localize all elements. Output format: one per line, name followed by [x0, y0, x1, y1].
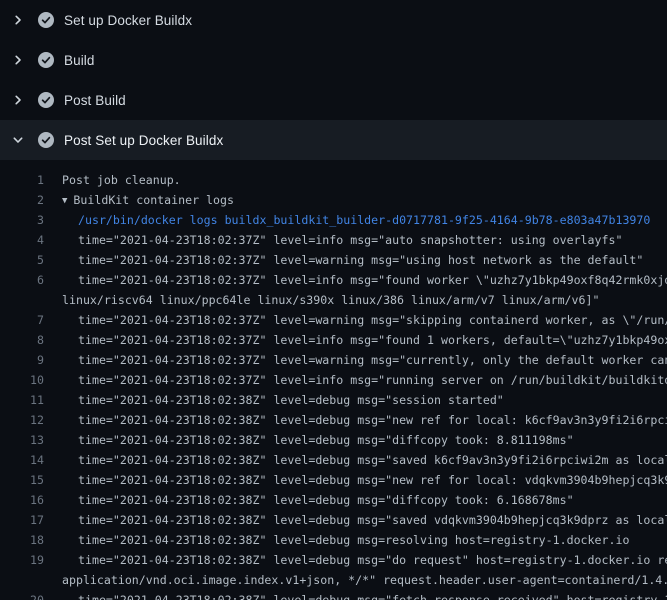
log-line-number[interactable]: 6 [0, 270, 44, 290]
log-line-text: time="2021-04-23T18:02:38Z" level=debug … [62, 590, 667, 600]
log-line-number[interactable]: 2 [0, 190, 44, 210]
log-line: 15 time="2021-04-23T18:02:38Z" level=deb… [0, 470, 667, 490]
log-line: 11 time="2021-04-23T18:02:38Z" level=deb… [0, 390, 667, 410]
log-line-number[interactable]: 17 [0, 510, 44, 530]
chevron-right-icon [12, 14, 24, 26]
chevron-right-icon [12, 54, 24, 66]
log-line-number[interactable]: 4 [0, 230, 44, 250]
log-line-text: time="2021-04-23T18:02:37Z" level=warnin… [62, 350, 667, 370]
log-line-number[interactable]: 19 [0, 550, 44, 570]
log-line-number[interactable]: 16 [0, 490, 44, 510]
step-sections: Set up Docker Buildx Build P [0, 0, 667, 160]
log-line-text: time="2021-04-23T18:02:37Z" level=warnin… [62, 310, 667, 330]
log-line-number[interactable]: 7 [0, 310, 44, 330]
log-line: 1 Post job cleanup. [0, 170, 667, 190]
log-line-number[interactable]: 20 [0, 590, 44, 600]
log-line-text: time="2021-04-23T18:02:37Z" level=info m… [62, 370, 667, 390]
log-line-text: linux/riscv64 linux/ppc64le linux/s390x … [62, 290, 667, 310]
log-line: 13 time="2021-04-23T18:02:38Z" level=deb… [0, 430, 667, 450]
check-circle-icon [38, 12, 54, 28]
step-section-label: Post Set up Docker Buildx [64, 133, 223, 148]
log-line: 5 time="2021-04-23T18:02:37Z" level=warn… [0, 250, 667, 270]
step-section-label: Post Build [64, 93, 126, 108]
log-line: 7 time="2021-04-23T18:02:37Z" level=warn… [0, 310, 667, 330]
log-line-text: Post job cleanup. [62, 170, 667, 190]
log-line-text: time="2021-04-23T18:02:38Z" level=debug … [62, 530, 667, 550]
log-line-text: time="2021-04-23T18:02:37Z" level=info m… [62, 330, 667, 350]
log-line-text: time="2021-04-23T18:02:37Z" level=info m… [62, 230, 667, 250]
log-line-number[interactable]: 13 [0, 430, 44, 450]
log-line-number[interactable]: 11 [0, 390, 44, 410]
log-line-text: time="2021-04-23T18:02:37Z" level=warnin… [62, 250, 667, 270]
log-line-number[interactable]: 12 [0, 410, 44, 430]
log-line-number[interactable]: 3 [0, 210, 44, 230]
step-section-label: Build [64, 53, 95, 68]
command-line-text: /usr/bin/docker logs buildx_buildkit_bui… [62, 210, 667, 230]
log-line: 18 time="2021-04-23T18:02:38Z" level=deb… [0, 530, 667, 550]
log-line: 17 time="2021-04-23T18:02:38Z" level=deb… [0, 510, 667, 530]
actions-log-viewer: Set up Docker Buildx Build P [0, 0, 667, 600]
step-section-label: Set up Docker Buildx [64, 13, 192, 28]
log-line-text: time="2021-04-23T18:02:38Z" level=debug … [62, 490, 667, 510]
log-line: 12 time="2021-04-23T18:02:38Z" level=deb… [0, 410, 667, 430]
log-line-number[interactable]: 10 [0, 370, 44, 390]
log-line-text: time="2021-04-23T18:02:38Z" level=debug … [62, 450, 667, 470]
check-circle-icon [38, 132, 54, 148]
log-line: 3 /usr/bin/docker logs buildx_buildkit_b… [0, 210, 667, 230]
log-line-number[interactable]: 8 [0, 330, 44, 350]
log-line-wrapped: linux/riscv64 linux/ppc64le linux/s390x … [0, 290, 667, 310]
log-line-number[interactable]: 15 [0, 470, 44, 490]
log-line-number[interactable]: 9 [0, 350, 44, 370]
log-line-number[interactable]: 18 [0, 530, 44, 550]
log-line: 10 time="2021-04-23T18:02:37Z" level=inf… [0, 370, 667, 390]
step-section-set-up-docker-buildx[interactable]: Set up Docker Buildx [0, 0, 667, 40]
log-line-number[interactable]: 14 [0, 450, 44, 470]
log-line: 14 time="2021-04-23T18:02:38Z" level=deb… [0, 450, 667, 470]
log-line-wrapped: application/vnd.oci.image.index.v1+json,… [0, 570, 667, 590]
log-line: 8 time="2021-04-23T18:02:37Z" level=info… [0, 330, 667, 350]
log-line: 16 time="2021-04-23T18:02:38Z" level=deb… [0, 490, 667, 510]
log-line-text: application/vnd.oci.image.index.v1+json,… [62, 570, 667, 590]
check-circle-icon [38, 92, 54, 108]
log-line-number[interactable]: 5 [0, 250, 44, 270]
log-line-text: time="2021-04-23T18:02:37Z" level=info m… [62, 270, 667, 290]
check-circle-icon [38, 52, 54, 68]
step-section-post-set-up-docker-buildx[interactable]: Post Set up Docker Buildx [0, 120, 667, 160]
log-line: 20 time="2021-04-23T18:02:38Z" level=deb… [0, 590, 667, 600]
log-line-text: time="2021-04-23T18:02:38Z" level=debug … [62, 510, 667, 530]
log-group-toggle[interactable]: ▼BuildKit container logs [62, 190, 667, 210]
log-container: 1 Post job cleanup. 2 ▼BuildKit containe… [0, 160, 667, 600]
chevron-down-icon [12, 134, 24, 146]
step-section-post-build[interactable]: Post Build [0, 80, 667, 120]
group-expanded-triangle-icon: ▼ [62, 196, 67, 206]
log-line: 19 time="2021-04-23T18:02:38Z" level=deb… [0, 550, 667, 570]
log-line: 9 time="2021-04-23T18:02:37Z" level=warn… [0, 350, 667, 370]
log-line-text: time="2021-04-23T18:02:38Z" level=debug … [62, 410, 667, 430]
log-line-number[interactable]: 1 [0, 170, 44, 190]
log-line: 4 time="2021-04-23T18:02:37Z" level=info… [0, 230, 667, 250]
step-section-build[interactable]: Build [0, 40, 667, 80]
log-line-text: time="2021-04-23T18:02:38Z" level=debug … [62, 430, 667, 450]
log-line: 6 time="2021-04-23T18:02:37Z" level=info… [0, 270, 667, 290]
log-line-text: time="2021-04-23T18:02:38Z" level=debug … [62, 470, 667, 490]
log-line-text: time="2021-04-23T18:02:38Z" level=debug … [62, 390, 667, 410]
log-line: 2 ▼BuildKit container logs [0, 190, 667, 210]
chevron-right-icon [12, 94, 24, 106]
log-line-text: time="2021-04-23T18:02:38Z" level=debug … [62, 550, 667, 570]
